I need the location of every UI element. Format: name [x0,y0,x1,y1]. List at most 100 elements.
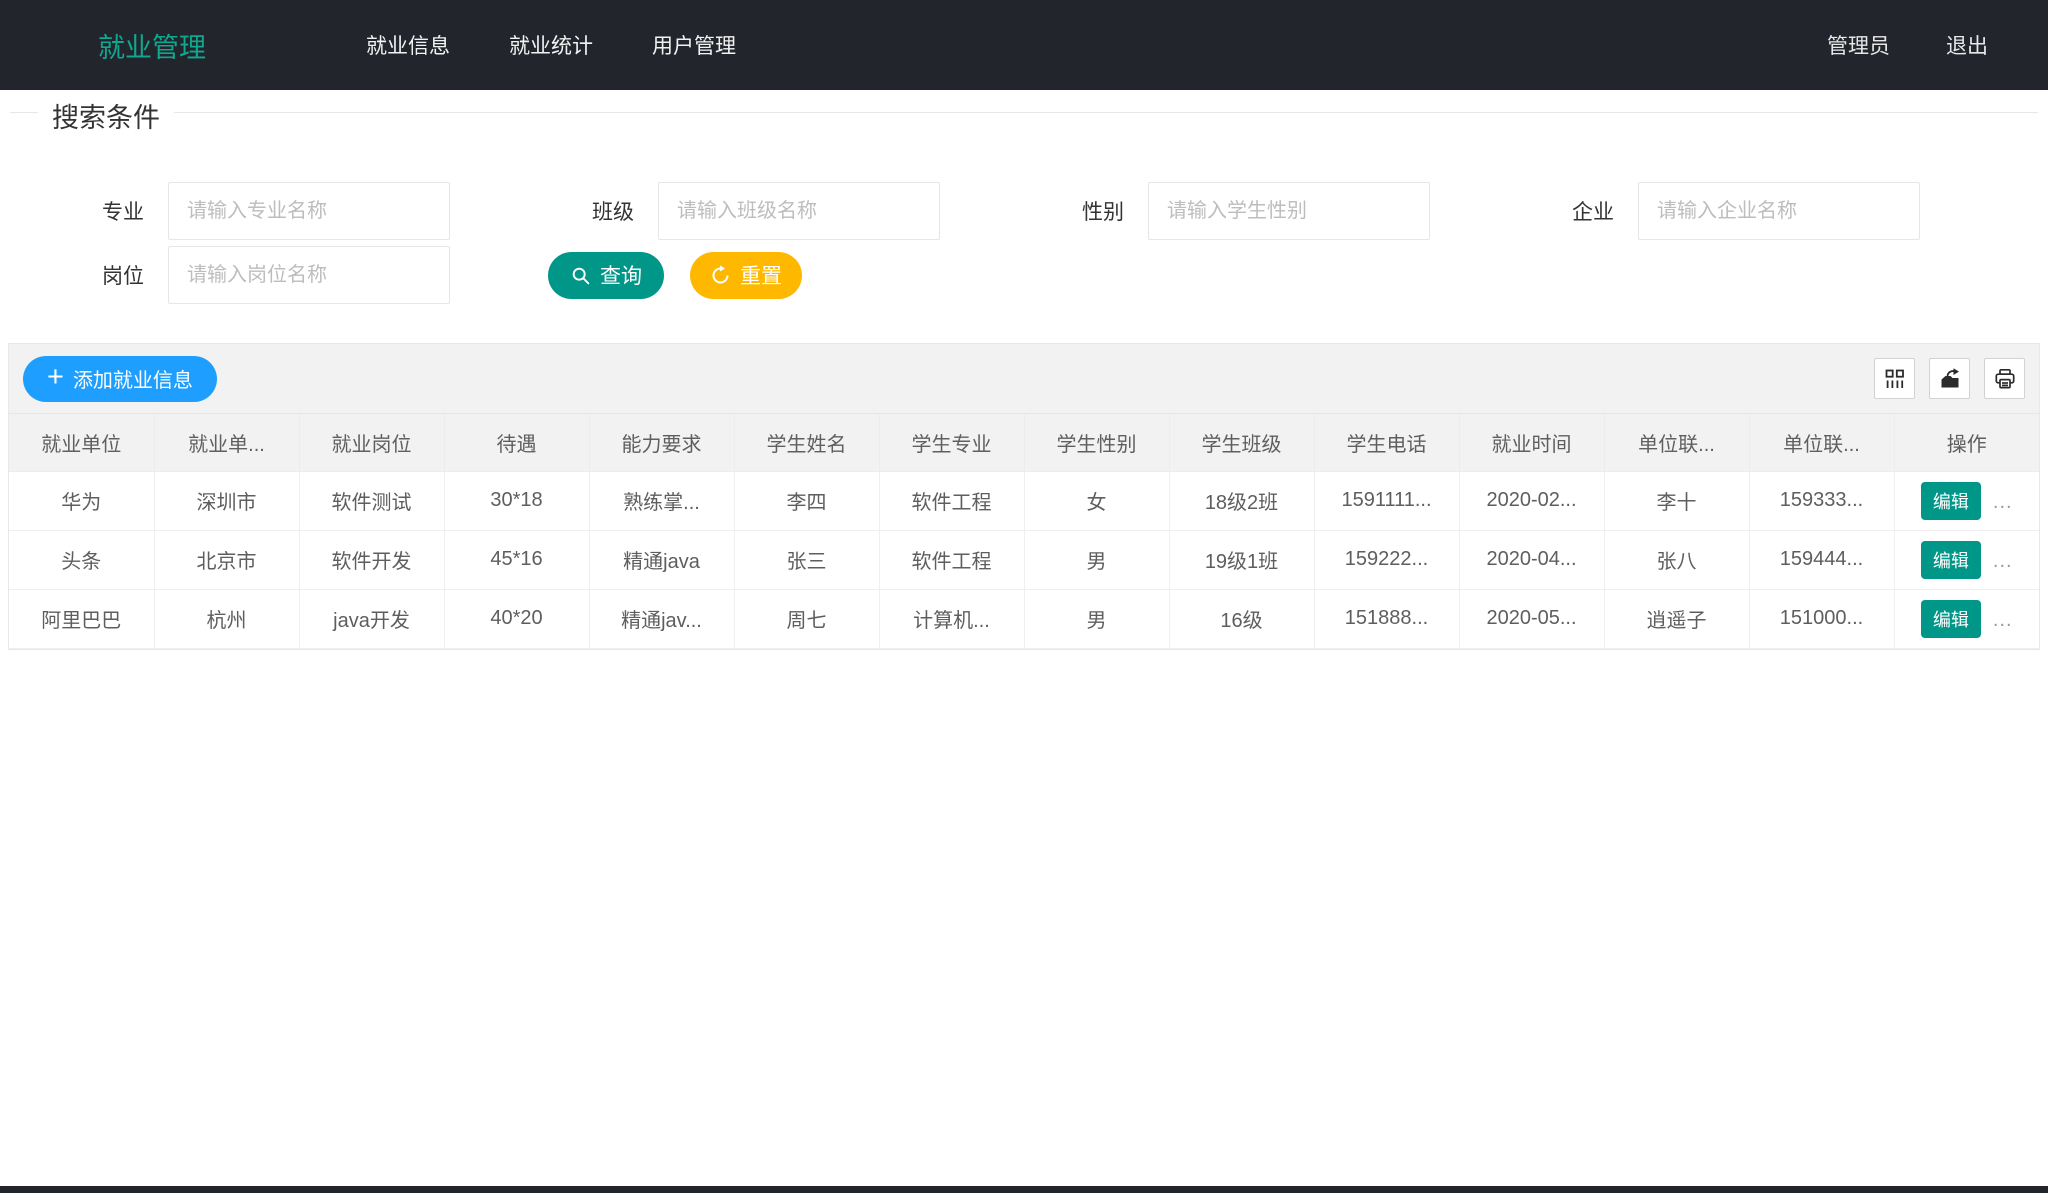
add-employment-button[interactable]: + 添加就业信息 [23,356,217,402]
table-cell: 16级 [1169,589,1314,648]
table-cell: 2020-02... [1459,471,1604,530]
table-cell: 精通java [589,530,734,589]
export-icon [1938,367,1962,391]
table-row: 华为深圳市软件测试30*18熟练掌...李四软件工程女18级2班1591111.… [9,471,2039,530]
table-cell: 深圳市 [154,471,299,530]
field-class: 班级 [590,182,940,240]
print-button[interactable] [1984,358,2025,399]
edit-button[interactable]: 编辑 [1921,541,1981,579]
bottom-bar [0,1186,2048,1193]
column-header: 就业时间 [1459,414,1604,471]
columns-filter-button[interactable] [1874,358,1915,399]
column-header: 单位联... [1604,414,1749,471]
class-label: 班级 [590,196,634,226]
reset-button-label: 重置 [740,260,782,290]
field-major: 专业 [100,182,450,240]
position-input[interactable] [168,246,450,304]
table-row: 头条北京市软件开发45*16精通java张三软件工程男19级1班159222..… [9,530,2039,589]
nav-right: 管理员 退出 [1827,30,1988,60]
actions-cell: 编辑... [1894,530,2039,589]
major-input[interactable] [168,182,450,240]
table-cell: 华为 [9,471,154,530]
add-employment-button-label: 添加就业信息 [73,364,193,393]
export-button[interactable] [1929,358,1970,399]
gender-label: 性别 [1080,196,1124,226]
table-cell: 北京市 [154,530,299,589]
table-cell: 30*18 [444,471,589,530]
table-cell: 精通jav... [589,589,734,648]
search-form-row-1: 专业 班级 性别 企业 [0,182,2048,240]
column-header: 学生班级 [1169,414,1314,471]
table-cell: 张八 [1604,530,1749,589]
search-section-divider: 搜索条件 [10,112,2038,113]
employment-table: 就业单位就业单...就业岗位待遇能力要求学生姓名学生专业学生性别学生班级学生电话… [9,414,2039,649]
table-cell: 40*20 [444,589,589,648]
query-button[interactable]: 查询 [548,252,664,299]
edit-button[interactable]: 编辑 [1921,482,1981,520]
print-icon [1993,367,2017,391]
field-company: 企业 [1570,182,1920,240]
edit-button[interactable]: 编辑 [1921,600,1981,638]
nav-item-employment-info[interactable]: 就业信息 [366,30,450,60]
table-cell: 软件工程 [879,471,1024,530]
table-cell: java开发 [299,589,444,648]
company-label: 企业 [1570,196,1614,226]
major-label: 专业 [100,196,144,226]
table-cell: 1591111... [1314,471,1459,530]
table-cell: 18级2班 [1169,471,1314,530]
column-header: 学生专业 [879,414,1024,471]
truncated-actions-text: ... [1993,550,2013,572]
table-cell: 逍遥子 [1604,589,1749,648]
nav-item-employment-stats[interactable]: 就业统计 [509,30,593,60]
class-input[interactable] [658,182,940,240]
table-cell: 19级1班 [1169,530,1314,589]
search-form-row-2: 岗位 查询 重置 [0,246,2048,304]
table-cell: 159444... [1749,530,1894,589]
position-label: 岗位 [100,260,144,290]
table-cell: 杭州 [154,589,299,648]
field-gender: 性别 [1080,182,1430,240]
nav-item-logout[interactable]: 退出 [1946,30,1988,60]
table-cell: 软件工程 [879,530,1024,589]
reset-button[interactable]: 重置 [690,252,802,299]
table-cell: 男 [1024,530,1169,589]
nav-item-admin[interactable]: 管理员 [1827,30,1890,60]
table-cell: 159222... [1314,530,1459,589]
table-cell: 159333... [1749,471,1894,530]
truncated-actions-text: ... [1993,609,2013,631]
column-header: 操作 [1894,414,2039,471]
table-cell: 计算机... [879,589,1024,648]
column-header: 就业岗位 [299,414,444,471]
table-cell: 熟练掌... [589,471,734,530]
column-header: 学生性别 [1024,414,1169,471]
column-header: 能力要求 [589,414,734,471]
table-row: 阿里巴巴杭州java开发40*20精通jav...周七计算机...男16级151… [9,589,2039,648]
employment-table-card: + 添加就业信息 [8,343,2040,650]
columns-filter-icon [1883,367,1907,391]
table-cell: 女 [1024,471,1169,530]
table-cell: 张三 [734,530,879,589]
actions-cell: 编辑... [1894,471,2039,530]
gender-input[interactable] [1148,182,1430,240]
table-cell: 李四 [734,471,879,530]
table-cell: 软件开发 [299,530,444,589]
column-header: 就业单... [154,414,299,471]
refresh-icon [710,265,731,286]
truncated-actions-text: ... [1993,491,2013,513]
nav-item-user-management[interactable]: 用户管理 [652,30,736,60]
column-header: 待遇 [444,414,589,471]
table-cell: 151888... [1314,589,1459,648]
table-cell: 软件测试 [299,471,444,530]
column-header: 单位联... [1749,414,1894,471]
table-cell: 男 [1024,589,1169,648]
column-header: 学生姓名 [734,414,879,471]
table-cell: 头条 [9,530,154,589]
company-input[interactable] [1638,182,1920,240]
top-navbar: 就业管理 就业信息 就业统计 用户管理 管理员 退出 [0,0,2048,90]
table-cell: 45*16 [444,530,589,589]
plus-icon: + [47,363,64,392]
app-logo[interactable]: 就业管理 [98,26,206,65]
table-header-row: 就业单位就业单...就业岗位待遇能力要求学生姓名学生专业学生性别学生班级学生电话… [9,414,2039,471]
table-cell: 2020-04... [1459,530,1604,589]
page: 就业管理 就业信息 就业统计 用户管理 管理员 退出 搜索条件 专业 班级 性别… [0,0,2048,1193]
